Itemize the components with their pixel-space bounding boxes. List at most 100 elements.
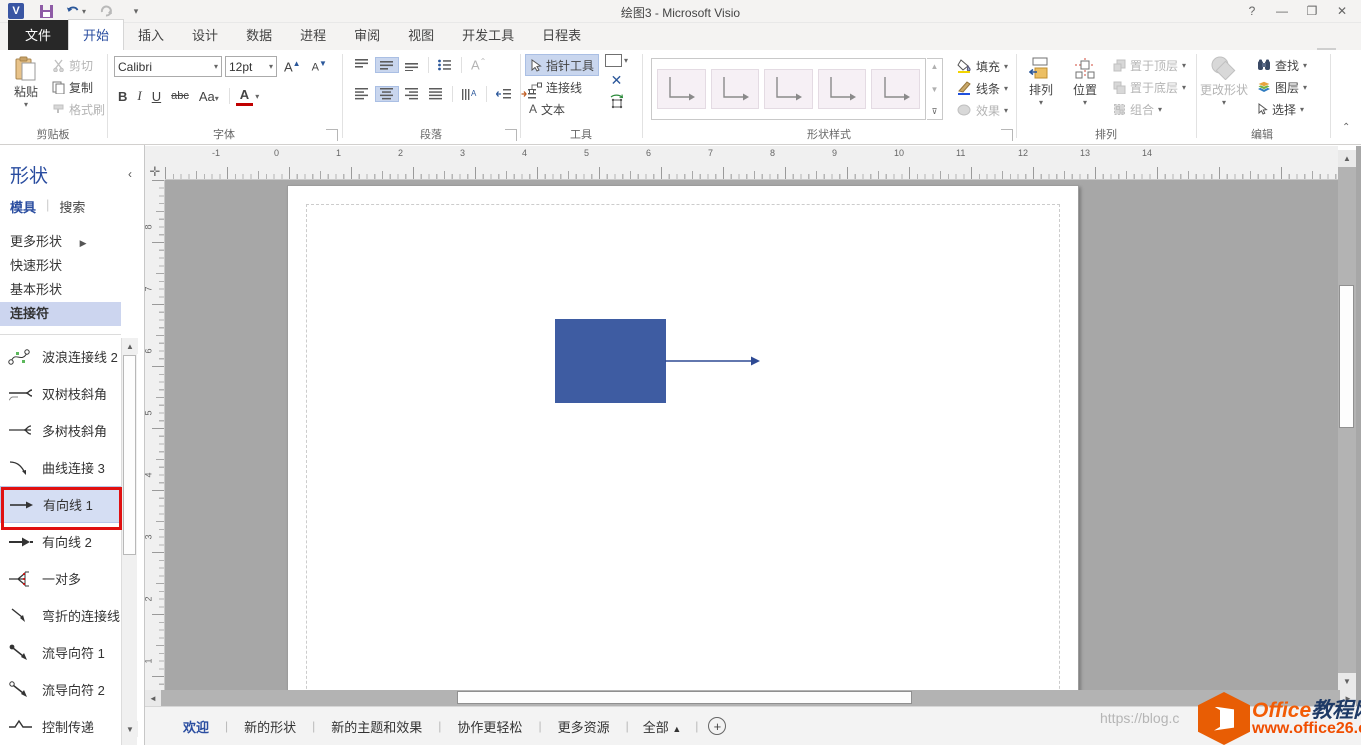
drawing-canvas[interactable]	[165, 180, 1338, 690]
rectangle-tool-dropdown-icon[interactable]: ▾	[624, 56, 628, 65]
tab-1[interactable]: 插入	[124, 20, 178, 50]
vertical-scrollbar-thumb[interactable]	[1339, 285, 1354, 428]
stencil-category-1[interactable]: 快速形状	[0, 254, 121, 278]
connector-style-preview-1[interactable]	[657, 69, 706, 109]
pointer-tool-button[interactable]: 指针工具	[525, 54, 599, 76]
add-page-button[interactable]: +	[708, 717, 726, 735]
select-dropdown-icon[interactable]: ▾	[1300, 105, 1304, 114]
align-left-button[interactable]	[351, 87, 373, 101]
position-button[interactable]: 位置 ▾	[1063, 52, 1107, 124]
scroll-right-icon[interactable]: ►	[1340, 690, 1356, 706]
decrease-indent-button[interactable]	[492, 87, 515, 101]
stencil-category-2[interactable]: 基本形状	[0, 278, 121, 302]
gallery-scroll-down-icon[interactable]: ▼	[931, 85, 939, 94]
line-dropdown-icon[interactable]: ▾	[1004, 84, 1008, 93]
shrink-font-button[interactable]: A▼	[308, 58, 331, 75]
shape-item-9[interactable]: 流导向符 2	[0, 671, 121, 708]
paragraph-dialog-launcher-icon[interactable]	[505, 129, 517, 141]
tab-0[interactable]: 开始	[68, 19, 124, 50]
copy-button[interactable]: 复制	[48, 76, 109, 98]
shape-styles-dialog-launcher-icon[interactable]	[1001, 129, 1013, 141]
shape-item-3[interactable]: 曲线连接 3	[0, 449, 121, 486]
page-tab-3[interactable]: 协作更轻松	[441, 717, 538, 736]
horizontal-scrollbar-thumb[interactable]	[457, 691, 912, 704]
find-dropdown-icon[interactable]: ▾	[1303, 61, 1307, 70]
align-center-button[interactable]	[375, 86, 399, 102]
align-top-button[interactable]	[351, 58, 373, 72]
stencil-scrollbar-thumb[interactable]	[123, 355, 136, 555]
tab-5[interactable]: 审阅	[340, 20, 394, 50]
page-tab-1[interactable]: 新的形状	[228, 717, 312, 736]
connector-style-preview-5[interactable]	[871, 69, 920, 109]
page-tab-4[interactable]: 更多资源	[542, 717, 626, 736]
directed-line-connector[interactable]	[665, 354, 761, 368]
stencil-scroll-down-icon[interactable]: ▼	[122, 721, 138, 737]
align-right-button[interactable]	[401, 87, 423, 101]
connector-style-preview-2[interactable]	[711, 69, 760, 109]
page-tab-0[interactable]: 欢迎	[167, 717, 225, 736]
font-color-dropdown-icon[interactable]: ▾	[255, 92, 259, 101]
shape-item-6[interactable]: 一对多	[0, 560, 121, 597]
position-dropdown-icon[interactable]: ▾	[1083, 98, 1087, 107]
page-tab-2[interactable]: 新的主题和效果	[315, 717, 438, 736]
select-button[interactable]: 选择▾	[1253, 98, 1311, 120]
rectangle-shape[interactable]	[555, 319, 666, 403]
all-pages-button[interactable]: 全部 ▲	[629, 717, 696, 736]
align-middle-button[interactable]	[375, 57, 399, 73]
underline-button[interactable]: U	[148, 88, 165, 105]
font-size-dropdown-icon[interactable]: ▾	[265, 62, 273, 71]
align-dropdown-icon[interactable]: ▾	[1039, 98, 1043, 107]
collapse-panel-icon[interactable]: ‹	[128, 167, 132, 181]
text-tool-button[interactable]: A 文本	[525, 98, 599, 120]
connector-style-preview-4[interactable]	[818, 69, 867, 109]
align-bottom-button[interactable]	[401, 58, 423, 72]
bullets-button[interactable]	[434, 58, 456, 72]
line-button[interactable]: 线条▾	[953, 77, 1012, 99]
font-color-button[interactable]: A	[236, 86, 253, 106]
collapse-ribbon-icon[interactable]: ⌃	[1342, 122, 1350, 133]
minimize-icon[interactable]: —	[1267, 0, 1297, 22]
stencil-scrollbar[interactable]: ▲ ▼	[121, 338, 137, 745]
shape-item-10[interactable]: 控制传递	[0, 708, 121, 745]
tab-8[interactable]: 日程表	[528, 20, 595, 50]
paste-dropdown-icon[interactable]: ▾	[24, 100, 28, 109]
close-icon[interactable]: ✕	[1327, 0, 1357, 22]
restore-icon[interactable]: ❐	[1297, 0, 1327, 22]
shape-item-8[interactable]: 流导向符 1	[0, 634, 121, 671]
tab-2[interactable]: 设计	[178, 20, 232, 50]
font-name-combobox[interactable]: Calibri▾	[114, 56, 222, 77]
tab-3[interactable]: 数据	[232, 20, 286, 50]
layers-button[interactable]: 图层▾	[1253, 76, 1311, 98]
shape-item-1[interactable]: 双树枝斜角	[0, 375, 121, 412]
stencil-category-0[interactable]: 更多形状 ▶	[0, 230, 121, 254]
stencil-tab-0[interactable]: 模具	[10, 197, 36, 216]
vertical-scrollbar[interactable]: ▲ ▼	[1338, 150, 1356, 690]
justify-button[interactable]	[425, 87, 447, 101]
fill-button[interactable]: 填充▾	[953, 55, 1012, 77]
connection-point-tool-button[interactable]: ✕	[611, 72, 623, 89]
change-case-button[interactable]: Aa▾	[195, 88, 223, 105]
scroll-up-icon[interactable]: ▲	[1338, 150, 1356, 167]
stencil-scroll-up-icon[interactable]: ▲	[122, 338, 138, 354]
gallery-scroll-up-icon[interactable]: ▲	[931, 62, 939, 71]
layers-dropdown-icon[interactable]: ▾	[1303, 83, 1307, 92]
text-direction-button[interactable]: A	[458, 87, 481, 102]
help-icon[interactable]: ?	[1237, 0, 1267, 22]
font-size-combobox[interactable]: 12pt▾	[225, 56, 277, 77]
connector-style-preview-3[interactable]	[764, 69, 813, 109]
shape-item-2[interactable]: 多树枝斜角	[0, 412, 121, 449]
scroll-down-icon[interactable]: ▼	[1338, 673, 1356, 690]
change-case-dropdown-icon[interactable]: ▾	[215, 94, 219, 103]
strikethrough-button[interactable]: abc	[167, 89, 193, 103]
shape-item-0[interactable]: 波浪连接线 2	[0, 338, 121, 375]
gallery-more-icon[interactable]: ⊽	[932, 107, 938, 116]
stencil-category-3[interactable]: 连接符	[0, 302, 121, 326]
rectangle-tool-button[interactable]: ▾	[605, 54, 628, 67]
font-name-dropdown-icon[interactable]: ▾	[210, 62, 218, 71]
grow-font-button[interactable]: A▲	[280, 58, 305, 75]
font-dialog-launcher-icon[interactable]	[326, 129, 338, 141]
scroll-left-icon[interactable]: ◄	[145, 690, 161, 706]
paste-button[interactable]: 粘贴 ▾	[4, 52, 48, 124]
tab-7[interactable]: 开发工具	[448, 20, 528, 50]
shape-item-7[interactable]: 弯折的连接线	[0, 597, 121, 634]
